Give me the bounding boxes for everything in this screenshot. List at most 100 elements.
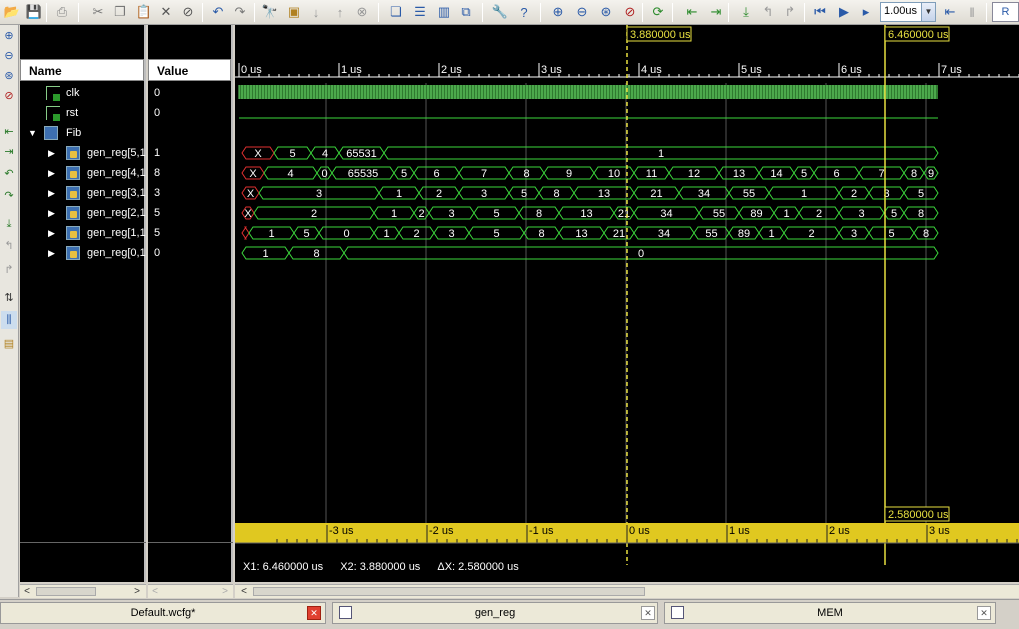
scroll-left-icon[interactable]: <	[148, 585, 162, 598]
tab-mem[interactable]: MEM ✕	[664, 602, 996, 624]
next-marker-icon[interactable]: ↱	[1, 261, 17, 279]
close-icon[interactable]: ✕	[977, 606, 991, 620]
collapsed-arrow-icon[interactable]: ▶	[48, 163, 55, 183]
relaunch-button[interactable]: R	[992, 2, 1019, 22]
bus-value-label: 5	[401, 168, 407, 180]
collapsed-arrow-icon[interactable]: ▶	[48, 203, 55, 223]
break-icon[interactable]: ⇤	[940, 2, 960, 22]
scroll-thumb[interactable]	[36, 587, 96, 596]
bus-value-label: 4	[322, 148, 328, 160]
restart-icon[interactable]: ⏮	[810, 2, 830, 22]
previous-edge-icon[interactable]: ⇤	[682, 2, 702, 22]
collapsed-arrow-icon[interactable]: ▶	[48, 243, 55, 263]
signal-row[interactable]: ▶ gen_reg[1,1	[20, 223, 146, 243]
snap-icon[interactable]: ⫼	[1, 311, 17, 329]
prev-marker-icon[interactable]: ↰	[1, 237, 17, 255]
zoom-in-icon[interactable]: ⊕	[548, 2, 568, 22]
swap-cursors-icon[interactable]: ⇅	[1, 289, 17, 307]
clear-icon[interactable]: ⊗	[352, 2, 372, 22]
bus-value-label: X	[247, 188, 255, 200]
group-icon	[44, 126, 58, 140]
signal-name: gen_reg[3,1	[87, 187, 146, 199]
delete-icon[interactable]: ✕	[156, 2, 176, 22]
waveform-canvas[interactable]: 0 us 1 us 2 us 3 us 4 us 5 us 6 us 7 usX 5 4 65531…	[235, 25, 1019, 582]
signal-row[interactable]: ▶ gen_reg[5,1	[20, 143, 146, 163]
scroll-right-icon[interactable]: >	[218, 585, 232, 598]
x1-readout: X1: 6.460000 us	[243, 561, 324, 573]
ruler-label: 0 us	[241, 64, 262, 76]
ruler-icon[interactable]: ▤	[1, 335, 17, 353]
run-for-icon[interactable]: ▸	[856, 2, 876, 22]
signal-row[interactable]: clk	[20, 83, 144, 103]
close-icon[interactable]: ✕	[307, 606, 321, 620]
scroll-left-icon[interactable]: <	[20, 585, 34, 598]
redo-icon[interactable]: ↷	[230, 2, 250, 22]
collapsed-arrow-icon[interactable]: ▶	[48, 183, 55, 203]
zoom-out-icon[interactable]: ⊖	[572, 2, 592, 22]
paste-icon[interactable]: 📋	[134, 2, 154, 22]
signal-row[interactable]: ▼ Fib	[20, 123, 144, 143]
add-marker-icon[interactable]: ⤓	[1, 215, 17, 233]
delta-ruler-label: 0 us	[629, 525, 650, 537]
print-icon[interactable]: ⎙	[52, 2, 72, 22]
find-in-files-icon[interactable]: ▣	[284, 2, 304, 22]
value-column-header[interactable]: Value	[148, 59, 231, 81]
open-icon[interactable]: 📂	[2, 2, 22, 22]
signal-row[interactable]: ▶ gen_reg[4,1	[20, 163, 146, 183]
tab-default-wcfg[interactable]: Default.wcfg* ✕	[0, 602, 326, 624]
cascade-icon[interactable]: ❏	[386, 2, 406, 22]
collapsed-arrow-icon[interactable]: ▶	[48, 143, 55, 163]
next-edge-icon[interactable]: ⇥	[706, 2, 726, 22]
cut-icon[interactable]: ✂	[88, 2, 108, 22]
wave-scrollbar[interactable]: <	[235, 584, 1019, 598]
go-start-icon[interactable]: ⇤	[1, 123, 17, 141]
step-back-icon[interactable]: ↰	[758, 2, 778, 22]
refresh-icon[interactable]: ⟳	[648, 2, 668, 22]
float-icon[interactable]: ⧉	[456, 2, 476, 22]
signal-row[interactable]: rst	[20, 103, 144, 123]
tile-horizontal-icon[interactable]: ☰	[410, 2, 430, 22]
expanded-arrow-icon[interactable]: ▼	[28, 123, 37, 143]
waveform-panel[interactable]: 0 us 1 us 2 us 3 us 4 us 5 us 6 us 7 us X 5 4 65531…	[235, 25, 1019, 582]
chevron-down-icon[interactable]: ▼	[921, 3, 935, 21]
tab-gen-reg[interactable]: gen_reg ✕	[332, 602, 658, 624]
save-icon[interactable]: 💾	[24, 2, 44, 22]
undo-icon[interactable]: ↶	[208, 2, 228, 22]
signal-row[interactable]: ▶ gen_reg[2,1	[20, 203, 146, 223]
step-down-icon[interactable]: ⤓	[736, 2, 756, 22]
scroll-thumb[interactable]	[253, 587, 645, 596]
copy-icon[interactable]: ❐	[110, 2, 130, 22]
settings-icon[interactable]: 🔧	[490, 2, 510, 22]
zoom-cursor-side-icon[interactable]: ⊘	[1, 87, 17, 105]
scroll-left-icon[interactable]: <	[237, 585, 251, 598]
values-scrollbar[interactable]: < >	[148, 584, 233, 598]
name-column-header[interactable]: Name	[20, 59, 144, 81]
pause-icon[interactable]: ‖	[962, 2, 982, 22]
zoom-in-side-icon[interactable]: ⊕	[1, 27, 17, 45]
zoom-cursor-icon[interactable]: ⊘	[620, 2, 640, 22]
close-icon[interactable]: ✕	[641, 606, 655, 620]
signal-row[interactable]: ▶ gen_reg[0,1	[20, 243, 146, 263]
side-toolbar: ⊕ ⊖ ⊛ ⊘ ⇤ ⇥ ↶ ↷ ⤓ ↰ ↱ ⇅ ⫼ ▤	[0, 25, 19, 597]
prev-transition-icon[interactable]: ↶	[1, 165, 17, 183]
zoom-out-side-icon[interactable]: ⊖	[1, 47, 17, 65]
zoom-fit-icon[interactable]: ⊛	[596, 2, 616, 22]
find-icon[interactable]: 🔭	[260, 2, 280, 22]
next-transition-icon[interactable]: ↷	[1, 187, 17, 205]
next-up-icon[interactable]: ↑	[330, 2, 350, 22]
bus-value-label: 13	[598, 188, 610, 200]
next-down-icon[interactable]: ↓	[306, 2, 326, 22]
scroll-right-icon[interactable]: >	[130, 585, 144, 598]
bus-value-label: 1	[658, 148, 664, 160]
step-over-icon[interactable]: ↱	[780, 2, 800, 22]
run-icon[interactable]: ▶	[834, 2, 854, 22]
help-icon[interactable]: ?	[514, 2, 534, 22]
clock-signal-icon	[46, 86, 60, 101]
tile-vertical-icon[interactable]: ▥	[434, 2, 454, 22]
names-scrollbar[interactable]: < >	[20, 584, 146, 598]
go-end-icon[interactable]: ⇥	[1, 143, 17, 161]
stop-icon[interactable]: ⊘	[178, 2, 198, 22]
collapsed-arrow-icon[interactable]: ▶	[48, 223, 55, 243]
zoom-fit-side-icon[interactable]: ⊛	[1, 67, 17, 85]
signal-row[interactable]: ▶ gen_reg[3,1	[20, 183, 146, 203]
